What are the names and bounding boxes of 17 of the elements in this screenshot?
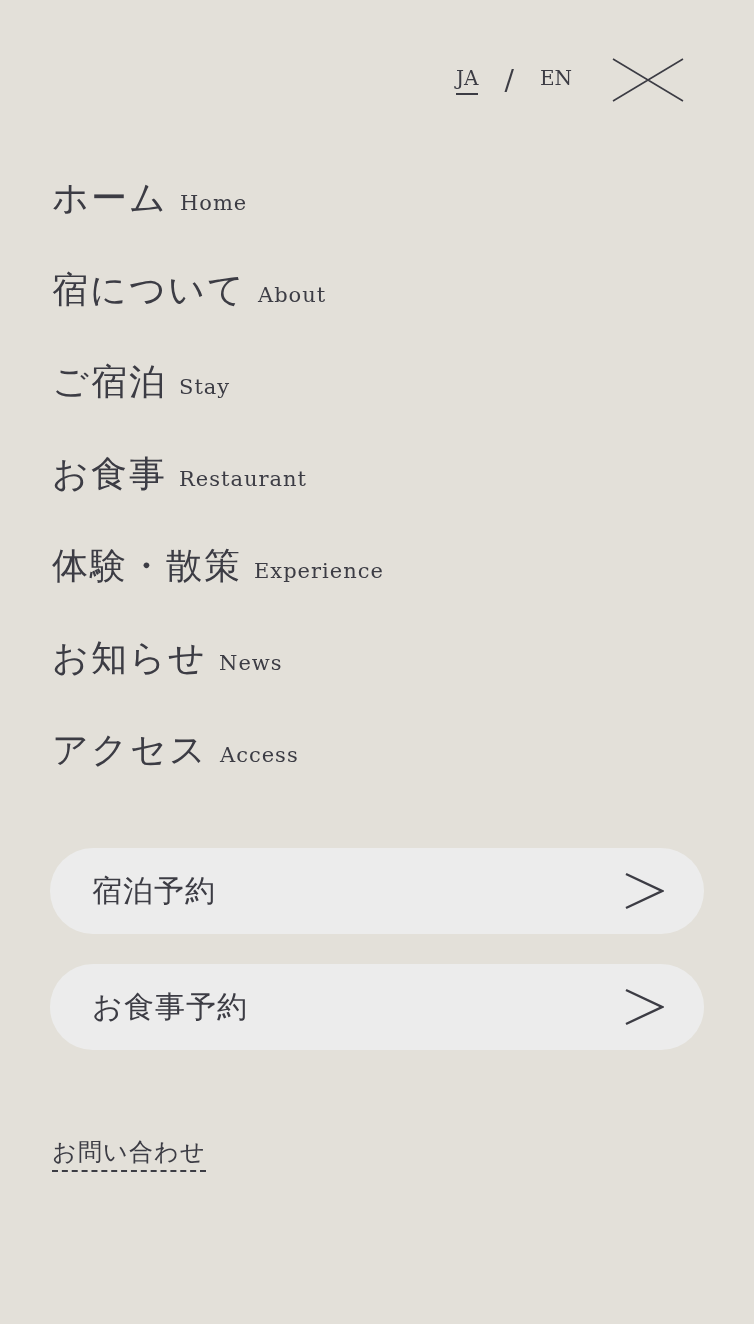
menu-item[interactable]: 体験・散策 Experience	[52, 542, 754, 598]
menu-item[interactable]: アクセス Access	[52, 726, 754, 782]
contact-link[interactable]: お問い合わせ	[52, 1136, 206, 1172]
menu-item[interactable]: ホーム Home	[52, 174, 754, 230]
language-link[interactable]: JA	[456, 65, 479, 95]
close-icon	[612, 58, 684, 102]
reservation-button[interactable]: お食事予約	[50, 964, 704, 1050]
menu-item[interactable]: ご宿泊 Stay	[52, 358, 754, 414]
language-link[interactable]: EN	[539, 65, 572, 95]
menu-item[interactable]: お食事 Restaurant	[52, 450, 754, 506]
close-button[interactable]	[612, 58, 684, 102]
language-separator: /	[504, 63, 514, 97]
chevron-right-icon	[624, 872, 664, 910]
menu-item[interactable]: 宿について About	[52, 266, 754, 322]
chevron-right-icon	[624, 988, 664, 1026]
menu-item[interactable]: お知らせ News	[52, 634, 754, 690]
reservation-button[interactable]: 宿泊予約	[50, 848, 704, 934]
